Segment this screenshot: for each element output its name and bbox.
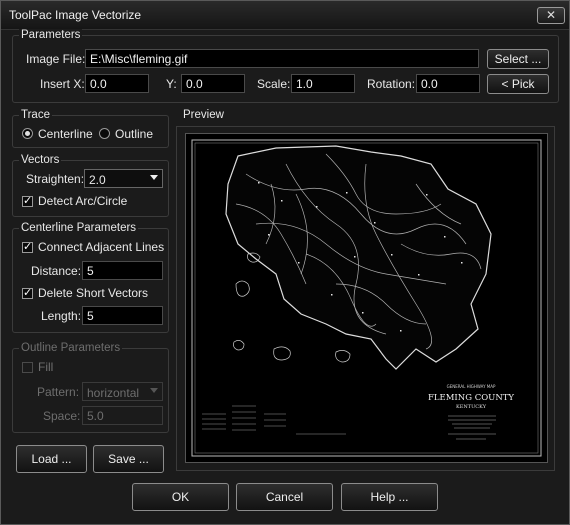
straighten-value: 2.0 <box>89 173 106 187</box>
trace-label: Trace <box>19 109 52 121</box>
pattern-dropdown[interactable]: horizontal <box>82 382 163 401</box>
image-file-label: Image File: <box>26 52 86 66</box>
fill-label[interactable]: Fill <box>38 360 53 374</box>
length-field[interactable]: 5 <box>82 306 163 325</box>
window-title: ToolPac Image Vectorize <box>9 8 142 22</box>
ok-button[interactable]: OK <box>132 483 229 511</box>
space-field[interactable]: 5.0 <box>82 406 163 425</box>
centerline-params-label: Centerline Parameters <box>19 222 139 234</box>
close-button[interactable]: ✕ <box>537 7 565 24</box>
pattern-label: Pattern: <box>37 385 80 399</box>
delete-short-checkbox[interactable] <box>22 286 33 299</box>
vectors-label: Vectors <box>19 154 62 166</box>
distance-label: Distance: <box>31 264 82 278</box>
connect-lines-label[interactable]: Connect Adjacent Lines <box>38 240 164 254</box>
save-button[interactable]: Save ... <box>93 445 164 473</box>
fill-checkbox[interactable] <box>22 362 33 373</box>
preview-label: Preview <box>181 109 226 121</box>
insert-x-field[interactable]: 0.0 <box>85 74 149 93</box>
space-label: Space: <box>43 409 81 423</box>
county-map-image: GENERAL HIGHWAY MAP FLEMING COUNTY KENTU… <box>191 139 542 457</box>
length-label: Length: <box>41 309 82 323</box>
outline-radio[interactable] <box>99 128 110 139</box>
help-button[interactable]: Help ... <box>341 483 438 511</box>
straighten-label: Straighten: <box>26 172 85 186</box>
distance-field[interactable]: 5 <box>82 261 163 280</box>
map-subtitle: KENTUCKY <box>456 404 487 410</box>
vectorize-dialog: ToolPac Image Vectorize ✕ Parameters Ima… <box>0 0 570 525</box>
chevron-down-icon <box>150 388 158 393</box>
svg-text:GENERAL HIGHWAY MAP: GENERAL HIGHWAY MAP <box>447 384 496 389</box>
outline-params-label: Outline Parameters <box>19 342 123 354</box>
rotation-field[interactable]: 0.0 <box>416 74 480 93</box>
centerline-radio-label[interactable]: Centerline <box>38 127 93 141</box>
image-file-field[interactable]: E:\Misc\fleming.gif <box>85 49 479 68</box>
chevron-down-icon <box>150 175 158 180</box>
scale-field[interactable]: 1.0 <box>291 74 355 93</box>
pattern-value: horizontal <box>87 386 140 400</box>
close-icon: ✕ <box>545 8 557 22</box>
cancel-button[interactable]: Cancel <box>236 483 333 511</box>
preview-image: GENERAL HIGHWAY MAP FLEMING COUNTY KENTU… <box>185 133 548 463</box>
map-title: FLEMING COUNTY <box>428 393 514 403</box>
connect-lines-checkbox[interactable] <box>22 240 33 253</box>
rotation-label: Rotation: <box>367 77 416 91</box>
delete-short-label[interactable]: Delete Short Vectors <box>38 286 148 300</box>
insert-x-label: Insert X: <box>40 77 85 91</box>
detect-arc-checkbox[interactable] <box>22 194 33 207</box>
y-field[interactable]: 0.0 <box>181 74 245 93</box>
preview-panel: GENERAL HIGHWAY MAP FLEMING COUNTY KENTU… <box>176 126 555 471</box>
pick-button[interactable]: < Pick <box>487 74 549 94</box>
load-button[interactable]: Load ... <box>16 445 87 473</box>
detect-arc-label[interactable]: Detect Arc/Circle <box>38 194 127 208</box>
scale-label: Scale: <box>257 77 291 91</box>
outline-radio-label[interactable]: Outline <box>115 127 153 141</box>
title-bar[interactable]: ToolPac Image Vectorize ✕ <box>1 1 569 30</box>
y-label: Y: <box>166 77 177 91</box>
parameters-label: Parameters <box>19 29 83 41</box>
centerline-radio[interactable] <box>22 128 33 139</box>
select-file-button[interactable]: Select ... <box>487 49 549 69</box>
straighten-dropdown[interactable]: 2.0 <box>84 169 163 188</box>
